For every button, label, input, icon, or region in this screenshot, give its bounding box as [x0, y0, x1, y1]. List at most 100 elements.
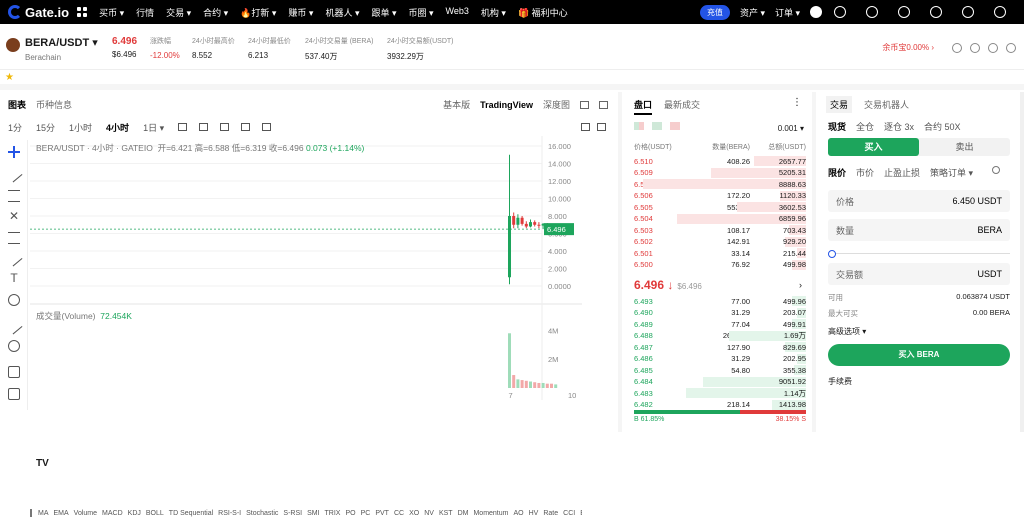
display-icon[interactable]: [994, 6, 1006, 18]
indicator-0[interactable]: MA: [38, 510, 49, 517]
menu-copy[interactable]: 跟单 ▾: [371, 6, 396, 19]
book-row[interactable]: 6.485 54.80 355.38: [634, 365, 806, 376]
indicator-6[interactable]: TD Sequential: [169, 510, 213, 517]
precision-select[interactable]: 0.001 ▾: [778, 124, 804, 133]
indicator-22[interactable]: HV: [529, 510, 539, 517]
emoji-icon[interactable]: [8, 294, 20, 306]
page-scrollbar[interactable]: [1020, 92, 1024, 432]
indicator-12[interactable]: PO: [345, 510, 355, 517]
menu-launch[interactable]: 🔥打新 ▾: [240, 6, 276, 19]
indicator-9[interactable]: S-RSI: [283, 510, 302, 517]
help-icon[interactable]: [952, 42, 962, 53]
tab-isolated[interactable]: 逐仓 3x: [884, 120, 914, 133]
book-row[interactable]: 6.5041054.736859.96: [634, 213, 806, 225]
price-input[interactable]: 价格 6.450 USDT: [828, 190, 1010, 212]
crosshair-icon[interactable]: [8, 146, 20, 158]
download-icon[interactable]: [834, 6, 846, 18]
book-row[interactable]: 6.506 172.20 1120.33: [634, 190, 806, 202]
book-row[interactable]: 6.510 408.26 2657.77: [634, 156, 806, 167]
menu-earn[interactable]: 赚币 ▾: [288, 6, 313, 19]
globe-icon[interactable]: [930, 6, 942, 18]
book-row[interactable]: 6.505553.813602.53: [634, 202, 806, 213]
buy-tab[interactable]: 买入: [828, 138, 919, 156]
avatar[interactable]: [810, 6, 822, 18]
book-row[interactable]: 6.4831751.121.14万: [634, 388, 806, 399]
compass-icon[interactable]: [970, 42, 980, 53]
book-row[interactable]: 6.502 142.91 929.20: [634, 236, 806, 248]
indicator-2[interactable]: Volume: [74, 510, 97, 517]
menu-square[interactable]: 币圈 ▾: [409, 6, 434, 19]
window-icon[interactable]: [599, 100, 608, 109]
indicator-20[interactable]: Momentum: [473, 510, 508, 517]
gate-logo[interactable]: Gate.io: [8, 5, 69, 20]
menu-markets[interactable]: 行情: [136, 6, 154, 19]
book-row[interactable]: 6.501 33.14 215.44: [634, 248, 806, 259]
brush-icon[interactable]: [5, 249, 23, 267]
indicator-21[interactable]: AO: [513, 510, 523, 517]
view-asks-icon[interactable]: [670, 122, 680, 130]
more-icon[interactable]: ⋮: [792, 97, 802, 108]
menu-web3[interactable]: Web3: [446, 6, 469, 19]
zoom-icon[interactable]: [8, 340, 20, 352]
tab-chart[interactable]: 图表: [8, 98, 26, 111]
indicator-3[interactable]: MACD: [102, 510, 123, 517]
tab-limit[interactable]: 限价: [828, 166, 846, 179]
star-icon[interactable]: ★: [5, 72, 14, 83]
indicator-25[interactable]: Balance: [580, 510, 582, 517]
book-row[interactable]: 6.5071366.018888.63: [634, 179, 806, 190]
advanced-options[interactable]: 高级选项 ▾: [828, 326, 866, 337]
amount-input[interactable]: 交易额 USDT: [828, 263, 1010, 285]
indicator-13[interactable]: PC: [361, 510, 371, 517]
indicator-16[interactable]: XO: [409, 510, 419, 517]
channel-icon[interactable]: [8, 232, 20, 244]
trend-line-icon[interactable]: [5, 165, 23, 183]
menu-buy-crypto[interactable]: 买币 ▾: [99, 6, 124, 19]
apps-grid-icon[interactable]: [77, 7, 88, 17]
book-row[interactable]: 6.489 77.04 499.91: [634, 319, 806, 330]
book-row[interactable]: 6.4882605.861.69万: [634, 330, 806, 342]
book-row[interactable]: 6.4841396.049051.92: [634, 376, 806, 388]
quantity-input[interactable]: 数量 BERA: [828, 219, 1010, 241]
layout-grid-icon[interactable]: [262, 123, 272, 131]
fib-lines-icon[interactable]: [8, 190, 20, 202]
tf-1d[interactable]: 1日 ▾: [143, 121, 164, 134]
indicator-1[interactable]: EMA: [54, 510, 69, 517]
indicator-8[interactable]: Stochastic: [246, 510, 278, 517]
tradingview-logo[interactable]: TV: [36, 458, 56, 472]
book-row[interactable]: 6.503 108.17 703.43: [634, 225, 806, 236]
menu-bots[interactable]: 机器人 ▾: [325, 6, 359, 19]
settings-icon[interactable]: [597, 123, 606, 131]
tab-recent-trades[interactable]: 最新成交: [664, 98, 700, 115]
tab-market[interactable]: 市价: [856, 166, 874, 179]
indicator-11[interactable]: TRIX: [325, 510, 341, 517]
indicator-14[interactable]: PVT: [375, 510, 389, 517]
file-icon[interactable]: [988, 42, 998, 53]
info-icon[interactable]: [992, 166, 1000, 174]
book-row[interactable]: 6.487 127.90 829.69: [634, 342, 806, 353]
menu-rewards[interactable]: 🎁 福利中心: [518, 6, 568, 19]
ruler-icon[interactable]: [5, 317, 23, 335]
indicator-4[interactable]: KDJ: [128, 510, 141, 517]
book-row[interactable]: 6.482 218.14 1413.98: [634, 399, 806, 411]
view-both-icon[interactable]: [634, 122, 644, 130]
buy-bera-button[interactable]: 买入 BERA: [828, 344, 1010, 366]
tab-strategy[interactable]: 策略订单 ▾: [930, 166, 973, 179]
trash-icon[interactable]: [8, 388, 20, 400]
tab-orderbook[interactable]: 盘口: [634, 98, 653, 115]
tab-spot[interactable]: 现货: [828, 120, 846, 133]
bell-icon[interactable]: [866, 6, 878, 18]
menu-trade[interactable]: 交易 ▾: [166, 6, 191, 19]
chevron-right-icon[interactable]: ›: [799, 280, 802, 290]
settings-icon[interactable]: [898, 6, 910, 18]
orders-menu[interactable]: 订单 ▾: [775, 6, 800, 19]
indicator-7[interactable]: RSI-S-I: [218, 510, 241, 517]
indicator-17[interactable]: NV: [424, 510, 434, 517]
indicator-24[interactable]: CCI: [563, 510, 575, 517]
tab-trade-bot[interactable]: 交易机器人: [864, 98, 909, 113]
tf-1h[interactable]: 1小时: [69, 121, 92, 134]
pattern-icon[interactable]: ✕: [8, 210, 20, 222]
indicators-icon[interactable]: [199, 123, 209, 131]
theme-moon-icon[interactable]: [962, 6, 974, 18]
mode-basic[interactable]: 基本版: [443, 98, 470, 111]
book-row[interactable]: 6.486 31.29 202.95: [634, 353, 806, 365]
